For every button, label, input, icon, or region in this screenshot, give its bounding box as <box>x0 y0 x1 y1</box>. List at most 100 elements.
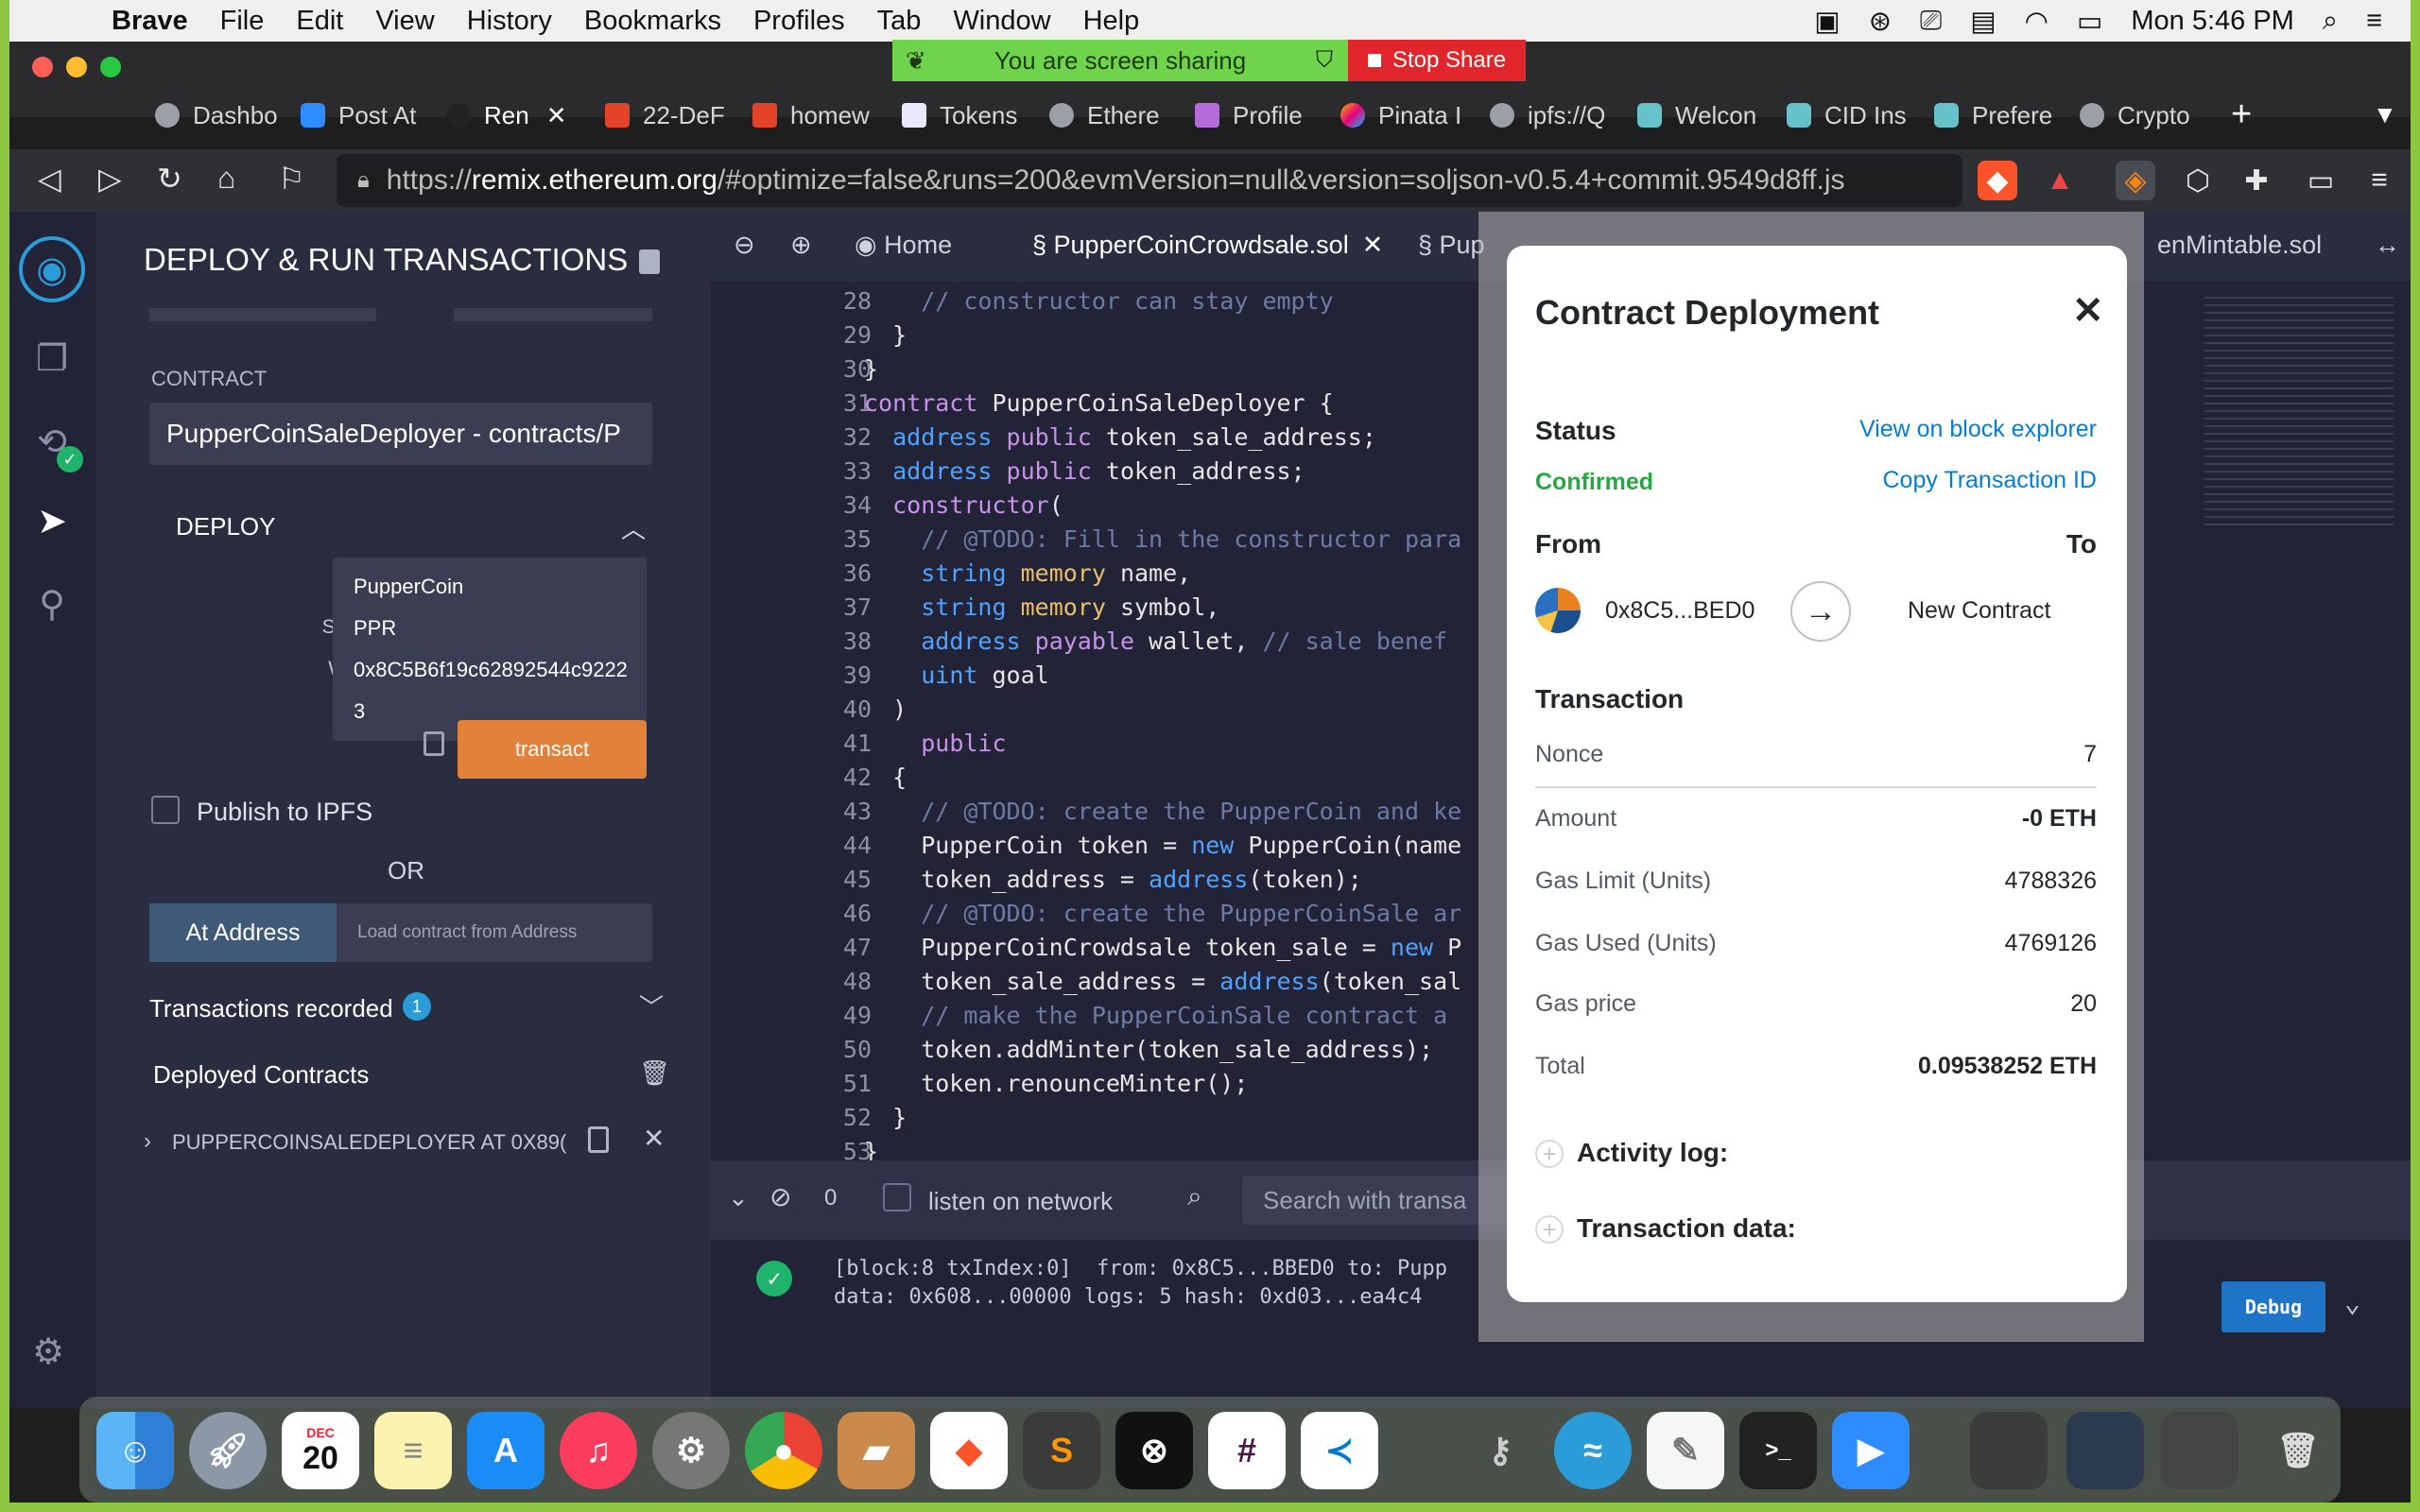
code-line[interactable]: PupperCoin token = new PupperCoin(name <box>864 832 1461 859</box>
listen-network-checkbox[interactable] <box>883 1183 911 1211</box>
vscode-icon[interactable]: ≺ <box>1301 1412 1378 1489</box>
notes-icon[interactable]: ≡ <box>374 1412 452 1489</box>
clear-console-icon[interactable]: ⊘ <box>769 1181 791 1212</box>
menu-profiles[interactable]: Profiles <box>753 6 845 37</box>
code-line[interactable]: constructor( <box>864 491 1063 519</box>
launchpad-icon[interactable]: 🚀︎ <box>189 1412 267 1489</box>
menu-help[interactable]: Help <box>1083 6 1140 37</box>
transactions-recorded-label[interactable]: Transactions recorded <box>149 994 393 1023</box>
zoom-app-icon[interactable]: ▶ <box>1832 1412 1910 1489</box>
code-line[interactable]: { <box>864 764 907 791</box>
sublime-text-icon[interactable]: S <box>1023 1412 1100 1489</box>
code-line[interactable]: contract PupperCoinSaleDeployer { <box>864 389 1334 417</box>
mm-from-address[interactable]: 0x8C5...BED0 <box>1605 597 1754 625</box>
tab-welcome[interactable]: Welcon <box>1637 94 1770 136</box>
menu-tab[interactable]: Tab <box>877 6 922 37</box>
clock[interactable]: Mon 5:46 PM <box>2131 6 2293 37</box>
view-block-explorer-link[interactable]: View on block explorer <box>1859 416 2097 443</box>
address-bar[interactable]: 🔒︎ https:// remix.ethereum.org /#optimiz… <box>337 154 1962 207</box>
mm-transaction-data[interactable]: Transaction data: <box>1577 1213 1796 1244</box>
code-line[interactable]: string memory symbol, <box>864 593 1219 621</box>
contract-select[interactable]: PupperCoinSaleDeployer - contracts/P <box>149 403 652 465</box>
copy-transaction-id-link[interactable]: Copy Transaction ID <box>1883 467 2098 494</box>
slack-icon[interactable]: # <box>1208 1412 1286 1489</box>
calendar-icon[interactable]: DEC 20 <box>282 1412 359 1489</box>
close-icon[interactable]: ✕ <box>2072 289 2104 333</box>
minimized-window-3[interactable] <box>2161 1412 2238 1489</box>
textedit-icon[interactable]: ✎ <box>1647 1412 1724 1489</box>
editor-tab-home[interactable]: ◉ Home <box>855 231 952 260</box>
code-line[interactable]: } <box>864 321 907 349</box>
input-flag-icon[interactable]: ▤ <box>1970 5 1996 38</box>
extension-cube-icon[interactable]: ⬡ <box>2178 161 2218 200</box>
value-input-edge[interactable] <box>454 308 652 321</box>
tab-search-chevron-icon[interactable]: ▼ <box>2373 100 2397 129</box>
close-instance-icon[interactable]: ✕ <box>643 1123 665 1154</box>
code-line[interactable]: // constructor can stay empty <box>864 287 1334 315</box>
battery-icon[interactable]: ▭ <box>2077 5 2102 38</box>
brave-icon[interactable]: ◆ <box>930 1412 1008 1489</box>
collapse-terminal-icon[interactable]: ⌄ <box>728 1183 749 1212</box>
vpn-status-icon[interactable]: ⊛ <box>1869 5 1892 38</box>
zoom-status-icon[interactable]: ▣ <box>1814 5 1840 38</box>
mm-activity-log[interactable]: Activity log: <box>1577 1138 1728 1168</box>
keybase-icon[interactable]: ⊗ <box>1115 1412 1193 1489</box>
remix-logo-icon[interactable]: ◉ <box>19 236 85 302</box>
lock-icon[interactable]: 🔒︎ <box>357 167 370 194</box>
tab-tokens[interactable]: Tokens <box>902 94 1034 136</box>
menu-window[interactable]: Window <box>953 6 1050 37</box>
chevron-right-icon[interactable]: › <box>144 1128 151 1155</box>
tab-remix[interactable]: Ren ✕ <box>446 94 597 136</box>
chrome-icon[interactable]: ● <box>745 1412 822 1489</box>
code-line[interactable]: token.renounceMinter(); <box>864 1070 1248 1097</box>
menu-file[interactable]: File <box>220 6 265 37</box>
code-line[interactable]: uint goal <box>864 662 1048 689</box>
trash-icon[interactable]: 🗑︎ <box>639 1058 670 1088</box>
system-preferences-icon[interactable]: ⚙ <box>652 1412 730 1489</box>
publish-ipfs-checkbox[interactable] <box>151 796 180 824</box>
tab-gitlab-2[interactable]: homew <box>752 94 885 136</box>
code-line[interactable]: address payable wallet, // sale benef <box>864 627 1447 655</box>
code-line[interactable]: // @TODO: create the PupperCoinSale ar <box>864 900 1461 927</box>
code-line[interactable]: } <box>864 1104 907 1131</box>
expand-log-chevron-icon[interactable]: ⌄ <box>2344 1287 2360 1318</box>
brave-shields-icon[interactable]: ◆ <box>1978 161 2017 200</box>
copy-calldata-icon[interactable] <box>424 731 444 756</box>
bookmark-icon[interactable]: ⚐ <box>278 161 305 197</box>
app-store-icon[interactable]: A <box>467 1412 544 1489</box>
code-line[interactable]: token_sale_address = address(token_sal <box>864 968 1461 995</box>
menu-bookmarks[interactable]: Bookmarks <box>584 6 721 37</box>
code-line[interactable]: } <box>864 355 878 383</box>
music-icon[interactable]: ♫ <box>560 1412 637 1489</box>
zoom-in-icon[interactable]: ⊕ <box>790 231 812 260</box>
close-tab-icon[interactable]: ✕ <box>546 101 567 130</box>
account-select-edge[interactable] <box>149 308 376 321</box>
spotlight-icon[interactable]: ⌕ <box>2323 6 2338 37</box>
stop-share-button[interactable]: Stop Share <box>1348 40 1526 81</box>
transact-button[interactable]: transact <box>458 720 647 779</box>
menu-brave[interactable]: Brave <box>112 6 188 37</box>
menu-edit[interactable]: Edit <box>296 6 343 37</box>
file-explorer-icon[interactable]: ❐ <box>28 335 76 382</box>
deploy-run-icon[interactable]: ➤ <box>28 497 76 544</box>
close-window-button[interactable] <box>32 57 53 77</box>
copy-address-icon[interactable] <box>588 1126 609 1153</box>
tab-profile[interactable]: Profile <box>1195 94 1327 136</box>
code-line[interactable]: ) <box>864 696 907 723</box>
new-tab-button[interactable]: + <box>2231 94 2252 135</box>
control-center-icon[interactable]: ≡ <box>2366 6 2382 37</box>
tab-ipfs[interactable]: ipfs://Q <box>1490 94 1622 136</box>
menu-history[interactable]: History <box>467 6 552 37</box>
expand-panel-icon[interactable]: ↔ <box>2375 231 2400 260</box>
debug-button[interactable]: Debug <box>2221 1281 2325 1332</box>
tab-ethereum[interactable]: Ethere <box>1049 94 1182 136</box>
code-line[interactable]: // @TODO: create the PupperCoin and ke <box>864 798 1461 825</box>
editor-tab-mintable[interactable]: enMintable.sol <box>2157 231 2322 260</box>
expand-txdata-icon[interactable]: + <box>1535 1215 1564 1244</box>
code-line[interactable]: token.addMinter(token_sale_address); <box>864 1036 1433 1063</box>
metamask-fox-icon[interactable]: ◈ <box>2116 161 2155 200</box>
docs-book-icon[interactable] <box>639 249 660 274</box>
brave-rewards-icon[interactable]: ▲ <box>2040 161 2080 200</box>
tab-pinata[interactable]: Pinata I <box>1340 94 1473 136</box>
forward-icon[interactable]: ▷ <box>98 161 122 197</box>
